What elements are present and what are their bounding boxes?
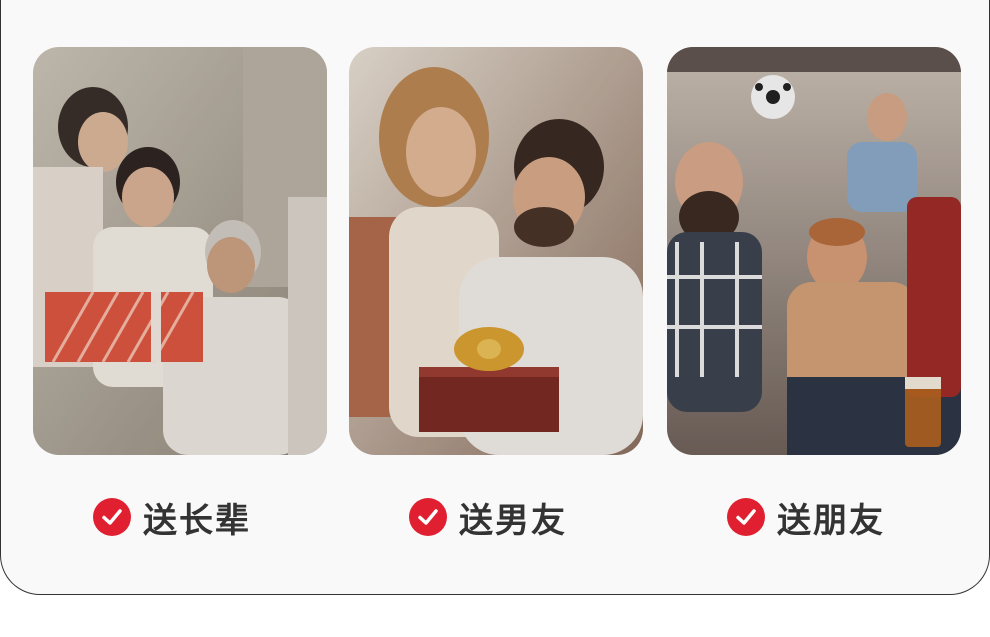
label-boyfriend[interactable]: 送男友 (409, 493, 567, 541)
family-elder-gift-photo (33, 47, 327, 455)
check-circle-icon (93, 498, 131, 536)
gift-category-panel: 送长辈 送男友 送朋友 (0, 0, 990, 595)
check-circle-icon (409, 498, 447, 536)
gift-card-friends[interactable] (667, 47, 961, 455)
couple-gift-photo (349, 47, 643, 455)
gift-card-elder[interactable] (33, 47, 327, 455)
label-friends[interactable]: 送朋友 (727, 493, 885, 541)
gift-card-boyfriend[interactable] (349, 47, 643, 455)
friends-cheering-photo (667, 47, 961, 455)
label-text: 送朋友 (777, 500, 885, 541)
label-text: 送长辈 (143, 500, 251, 541)
label-elder[interactable]: 送长辈 (93, 493, 251, 541)
check-circle-icon (727, 498, 765, 536)
label-text: 送男友 (459, 500, 567, 541)
